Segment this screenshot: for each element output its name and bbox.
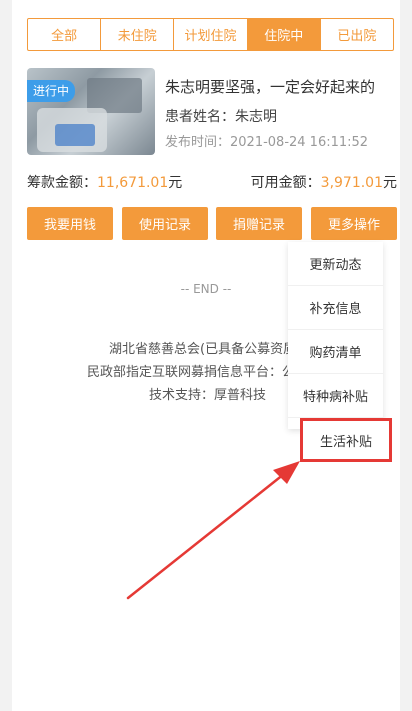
annotation-arrow-icon [126, 461, 300, 600]
